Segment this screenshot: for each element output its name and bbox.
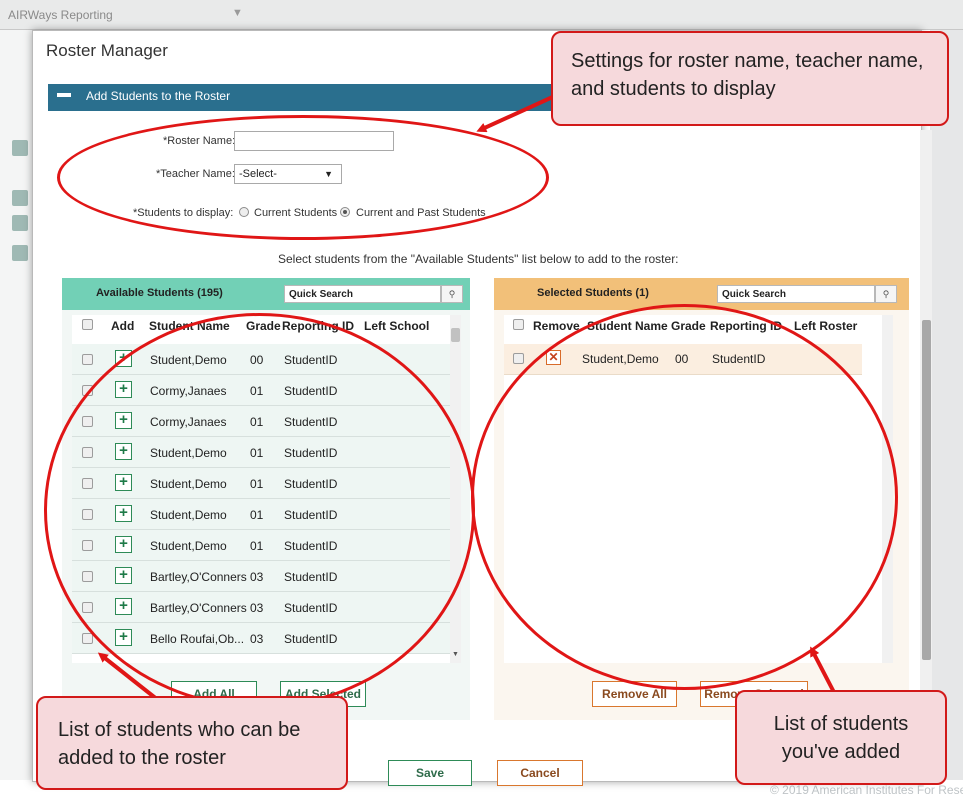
available-list-callout: List of students who can be added to the…: [36, 696, 348, 790]
settings-callout-text: Settings for roster name, teacher name, …: [571, 50, 924, 100]
available-list-callout-text: List of students who can be added to the…: [58, 719, 301, 769]
arrow-to-available-list: [97, 652, 160, 702]
selected-list-callout: List of students you've added: [735, 690, 947, 785]
selected-list-callout-text: List of students you've added: [773, 713, 909, 763]
settings-callout: Settings for roster name, teacher name, …: [551, 31, 949, 126]
